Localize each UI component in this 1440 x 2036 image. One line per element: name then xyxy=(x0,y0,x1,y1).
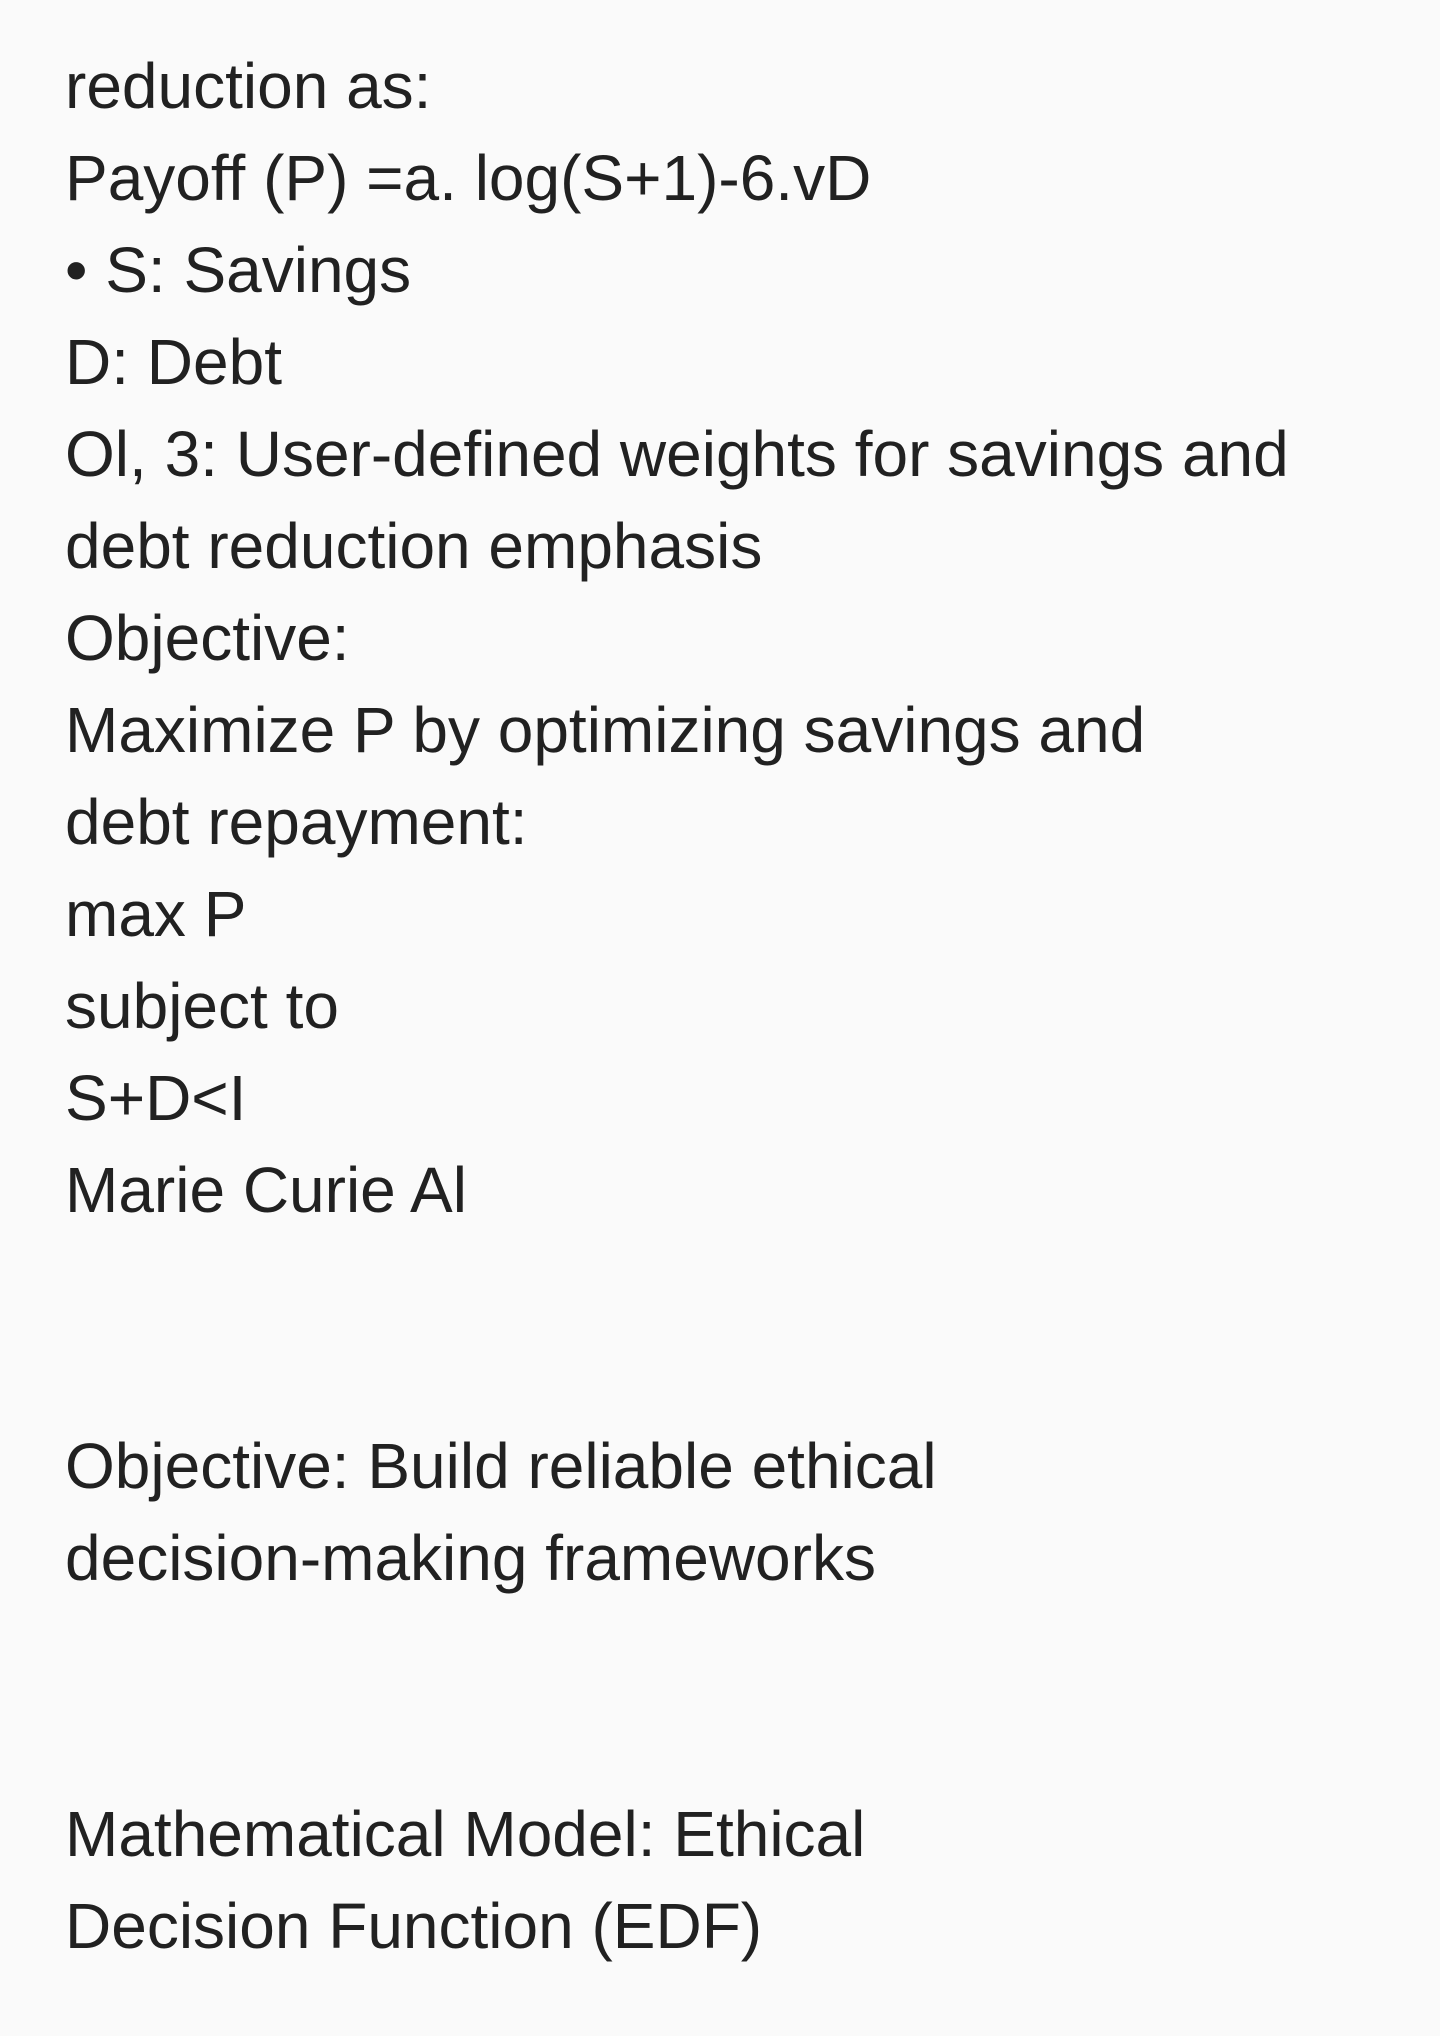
objective-build-cont: decision-making frameworks xyxy=(65,1522,876,1594)
model-heading: Mathematical Model: Ethical xyxy=(65,1798,866,1870)
objective-text: Maximize P by optimizing savings and xyxy=(65,694,1146,766)
objective-text-cont: debt repayment: xyxy=(65,786,528,858)
bullet-savings: • S: Savings xyxy=(65,234,412,306)
weights-definition-cont: debt reduction emphasis xyxy=(65,510,763,582)
document-body: reduction as: Payoff (P) =a. log(S+1)-6.… xyxy=(65,40,1385,1972)
text-line: reduction as: xyxy=(65,50,432,122)
payoff-formula: Payoff (P) =a. log(S+1)-6.vD xyxy=(65,142,872,214)
max-expression: max P xyxy=(65,878,247,950)
debt-definition: D: Debt xyxy=(65,326,282,398)
objective-build: Objective: Build reliable ethical xyxy=(65,1430,937,1502)
subject-to: subject to xyxy=(65,970,339,1042)
author-line: Marie Curie Al xyxy=(65,1154,467,1226)
constraint: S+D<I xyxy=(65,1062,247,1134)
model-heading-cont: Decision Function (EDF) xyxy=(65,1890,763,1962)
weights-definition: Ol, 3: User-defined weights for savings … xyxy=(65,418,1289,490)
objective-heading: Objective: xyxy=(65,602,350,674)
